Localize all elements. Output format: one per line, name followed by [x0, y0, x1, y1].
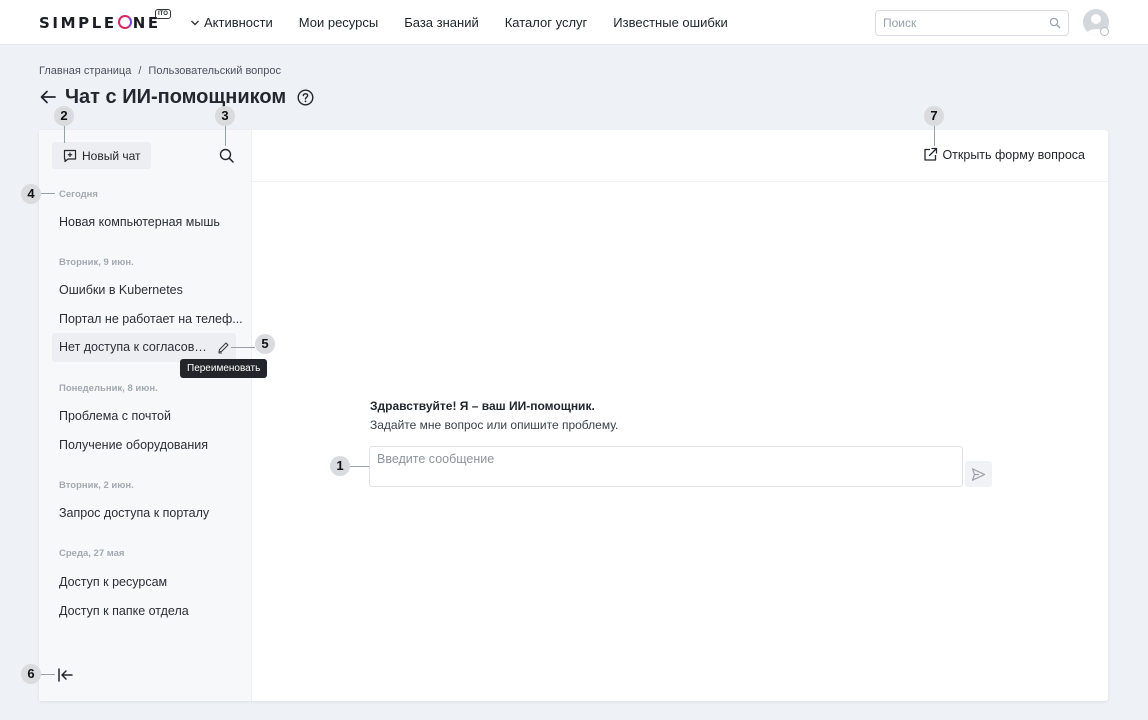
chat-list-item[interactable]: Портал не работает на телеф... — [59, 312, 243, 326]
message-input-box — [369, 446, 963, 487]
main-nav: Активности Мои ресурсы База знаний Катал… — [190, 0, 754, 45]
callout-marker-3: 3 — [215, 106, 235, 126]
callout-marker-6: 6 — [21, 664, 41, 684]
search-icon[interactable] — [1049, 17, 1061, 29]
marker-leader-line — [231, 347, 255, 348]
breadcrumb-current: Пользовательский вопрос — [148, 65, 281, 77]
chat-group-title: Понедельник, 8 июн. — [59, 383, 158, 394]
chat-card: Новый чат Сегодня Новая компьютерная мыш… — [39, 130, 1108, 701]
chat-list-item[interactable]: Доступ к ресурсам — [59, 575, 167, 589]
logo-o-mark — [117, 15, 132, 29]
nav-item-label: Известные ошибки — [613, 15, 728, 30]
top-navigation-bar: SIMPLE NE ITO Активности Мои ресурсы База… — [0, 0, 1148, 45]
chat-list-item[interactable]: Проблема с почтой — [59, 409, 171, 423]
send-button[interactable] — [965, 461, 992, 487]
marker-leader-line — [350, 466, 369, 467]
external-link-icon — [924, 147, 938, 161]
help-icon[interactable] — [297, 88, 314, 106]
search-icon[interactable] — [219, 148, 234, 163]
collapse-sidebar-icon[interactable] — [57, 667, 73, 683]
chat-list-item[interactable]: Доступ к папке отдела — [59, 604, 189, 618]
open-question-form-link[interactable]: Открыть форму вопроса — [923, 147, 1085, 162]
chat-group-title: Сегодня — [59, 189, 98, 200]
breadcrumb-separator: / — [138, 65, 142, 77]
chevron-down-icon — [191, 20, 199, 25]
chat-group-title: Среда, 27 мая — [59, 548, 125, 559]
new-chat-label: Новый чат — [82, 148, 141, 163]
nav-item-label: Активности — [204, 15, 273, 30]
chat-group-title: Вторник, 2 июн. — [59, 480, 134, 491]
marker-leader-line — [934, 126, 935, 146]
pencil-icon[interactable] — [217, 341, 230, 354]
logo-badge: ITO — [155, 9, 171, 19]
callout-marker-2: 2 — [54, 106, 74, 126]
nav-item-knowledge-base[interactable]: База знаний — [404, 15, 479, 30]
assistant-greeting-title: Здравствуйте! Я – ваш ИИ-помощник. — [370, 399, 595, 413]
page-title: Чат с ИИ-помощником — [65, 85, 287, 108]
marker-leader-line — [41, 674, 55, 675]
page-title-row: Чат с ИИ-помощником — [39, 85, 314, 109]
chat-list-item[interactable]: Запрос доступа к порталу — [59, 506, 209, 520]
message-input[interactable] — [370, 447, 962, 486]
rename-tooltip: Переименовать — [180, 359, 268, 378]
chat-list-item-active[interactable]: Нет доступа к согласова... — [52, 333, 236, 362]
callout-marker-5: 5 — [255, 334, 275, 354]
chat-sidebar: Новый чат Сегодня Новая компьютерная мыш… — [39, 130, 268, 701]
global-search — [875, 10, 1069, 36]
marker-leader-line — [225, 126, 226, 146]
open-question-form-label: Открыть форму вопроса — [942, 147, 1085, 162]
status-badge — [1100, 27, 1109, 36]
new-chat-icon — [63, 149, 77, 162]
chat-list-item[interactable]: Получение оборудования — [59, 438, 208, 452]
nav-item-label: Каталог услуг — [504, 15, 588, 30]
callout-marker-4: 4 — [21, 184, 41, 204]
chat-list-item[interactable]: Новая компьютерная мышь — [59, 215, 220, 229]
nav-item-activities[interactable]: Активности — [190, 15, 273, 30]
nav-item-service-catalog[interactable]: Каталог услуг — [505, 15, 588, 30]
nav-item-label: База знаний — [404, 15, 479, 30]
chat-list-item[interactable]: Ошибки в Kubernetes — [59, 283, 183, 297]
chat-header: Открыть форму вопроса — [252, 130, 1108, 182]
logo-text: SIMPLE NE — [39, 14, 161, 32]
new-chat-button[interactable]: Новый чат — [52, 142, 151, 169]
nav-item-my-resources[interactable]: Мои ресурсы — [299, 15, 378, 30]
marker-leader-line — [41, 193, 55, 194]
simpleone-logo[interactable]: SIMPLE NE ITO — [39, 9, 171, 33]
chat-group-title: Вторник, 9 июн. — [59, 257, 134, 268]
callout-marker-1: 1 — [330, 456, 350, 476]
marker-leader-line — [64, 126, 65, 143]
chat-list-item-label: Нет доступа к согласова... — [59, 340, 209, 354]
breadcrumb: Главная страница / Пользовательский вопрос — [39, 65, 281, 77]
assistant-greeting-subtitle: Задайте мне вопрос или опишите проблему. — [370, 418, 619, 432]
search-input[interactable] — [876, 11, 1036, 35]
breadcrumb-home-link[interactable]: Главная страница — [39, 65, 131, 77]
nav-item-known-errors[interactable]: Известные ошибки — [613, 15, 727, 30]
nav-item-label: Мои ресурсы — [298, 15, 379, 30]
send-icon — [971, 467, 986, 481]
callout-marker-7: 7 — [924, 106, 944, 126]
arrow-left-icon[interactable] — [39, 88, 57, 106]
